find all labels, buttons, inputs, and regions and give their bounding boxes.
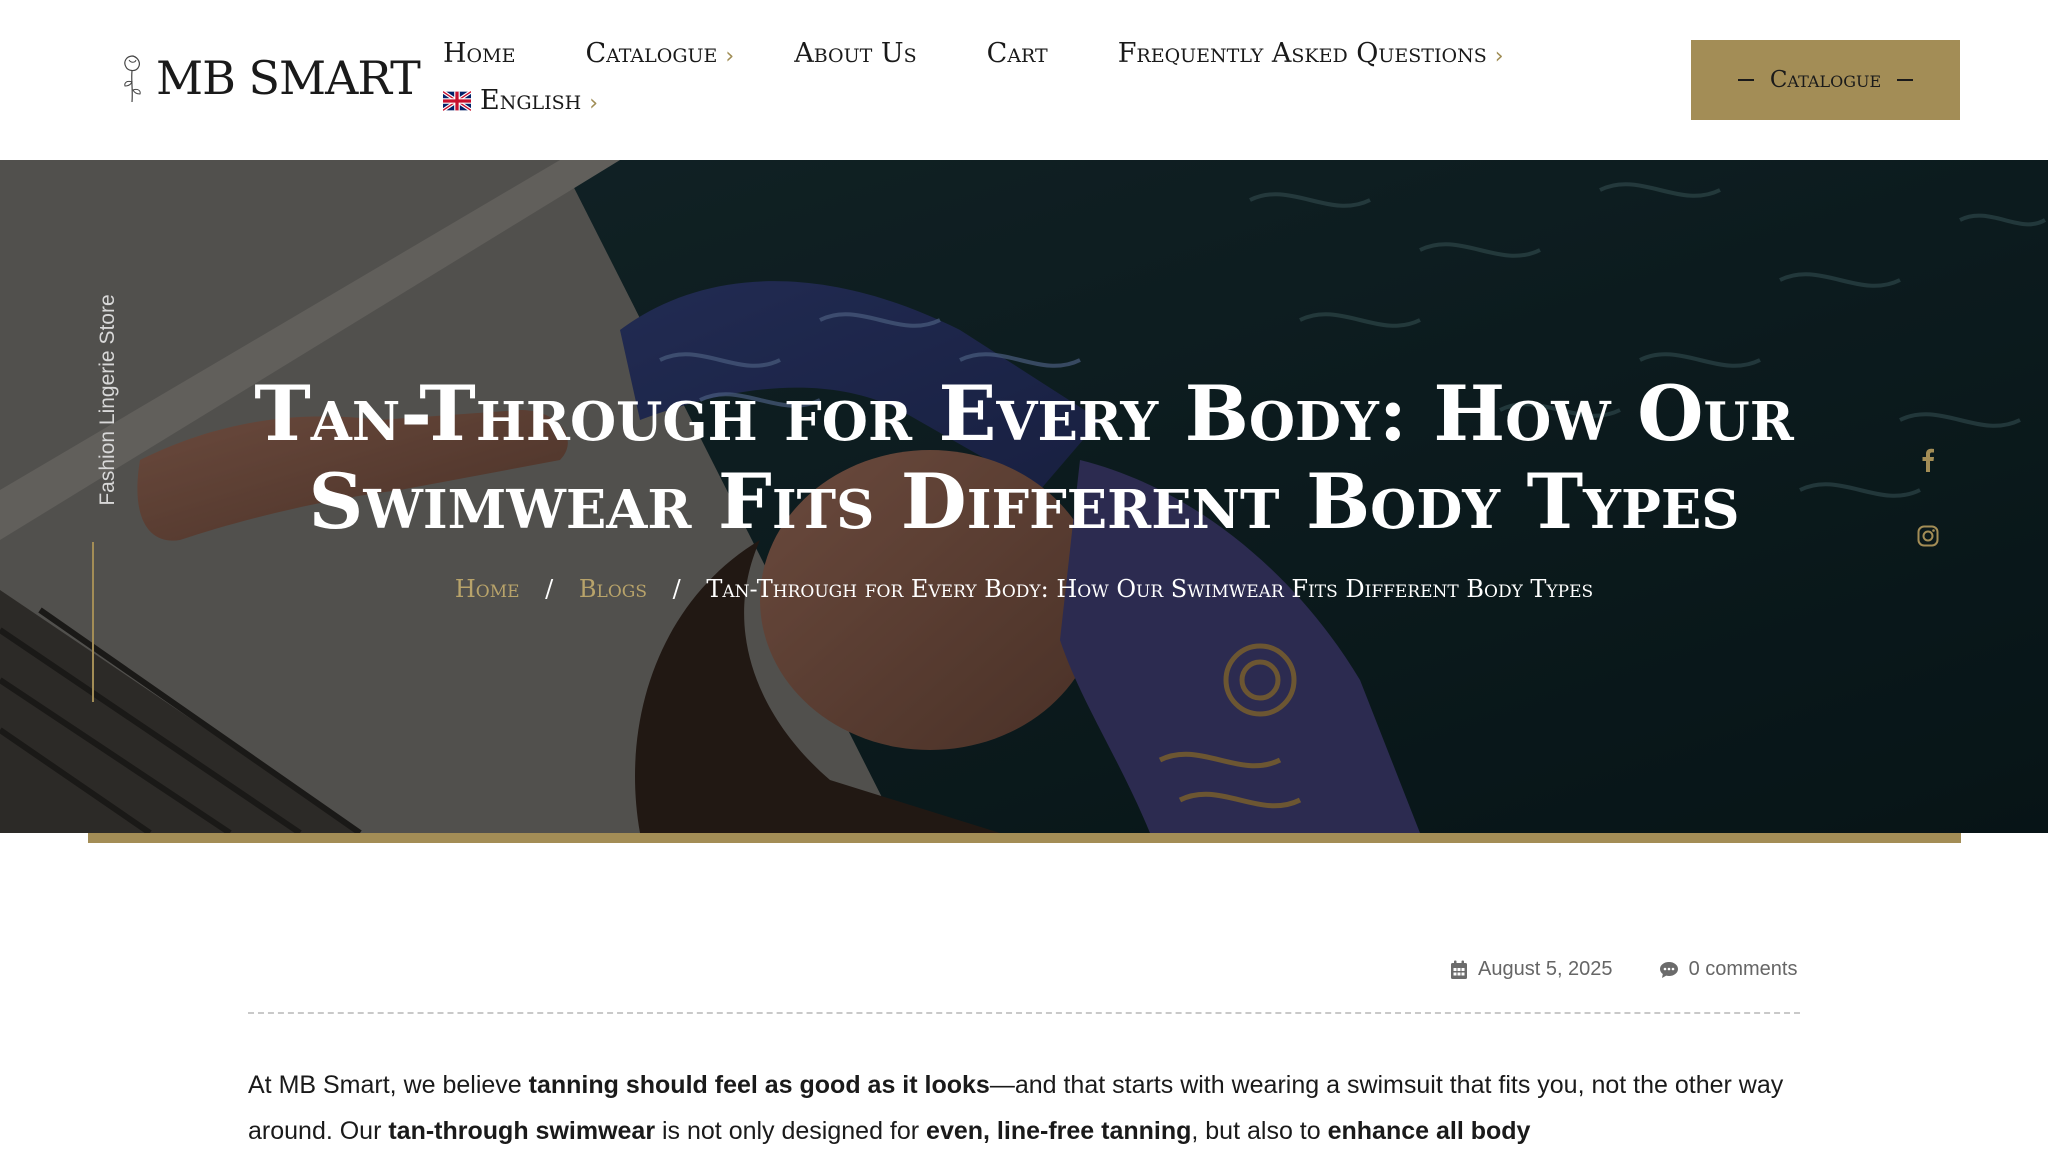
comment-icon	[1659, 961, 1678, 978]
nav-item-catalogue[interactable]: Catalogue ›	[585, 38, 734, 69]
breadcrumb-separator: /	[545, 575, 554, 603]
side-tagline-text: Fashion Lingerie Store	[96, 294, 119, 506]
cta-label: Catalogue	[1769, 67, 1882, 93]
chevron-right-icon: ›	[1494, 44, 1504, 69]
post-date: August 5, 2025	[1450, 958, 1613, 981]
post-comments-text: 0 comments	[1688, 958, 1798, 980]
nav-row-primary: Home Catalogue › About Us Cart Frequentl…	[443, 38, 1504, 69]
catalogue-cta-button[interactable]: Catalogue	[1691, 40, 1960, 120]
site-header: MB SMART Home Catalogue › About Us Cart …	[0, 0, 2048, 160]
meta-divider	[248, 1012, 1800, 1014]
page-title-line-1: Tan-Through for Every Body: How Our	[254, 369, 1794, 458]
page-title-line-2: Swimwear Fits Different Body Types	[308, 457, 1740, 546]
uk-flag-icon	[443, 90, 471, 111]
chevron-right-icon: ›	[725, 44, 735, 69]
dash-decoration	[1897, 79, 1914, 81]
facebook-icon[interactable]	[1916, 448, 1940, 472]
hero-accent-bar	[88, 833, 1961, 843]
nav-item-label: Catalogue	[585, 38, 718, 69]
nav-item-about[interactable]: About Us	[794, 38, 916, 69]
breadcrumb: Home / Blogs / Tan-Through for Every Bod…	[224, 575, 1824, 603]
site-logo[interactable]: MB SMART	[118, 50, 421, 106]
dash-decoration	[1737, 79, 1754, 81]
language-label: English	[480, 85, 582, 116]
breadcrumb-home[interactable]: Home	[455, 575, 520, 603]
nav-item-faq[interactable]: Frequently Asked Questions ›	[1118, 38, 1504, 69]
post-comments-link[interactable]: 0 comments	[1659, 958, 1798, 981]
nav-item-cart[interactable]: Cart	[987, 38, 1048, 69]
article-body: At MB Smart, we believe tanning should f…	[248, 1062, 1808, 1152]
bold-text: tan-through swimwear	[388, 1117, 656, 1145]
language-switcher[interactable]: English ›	[443, 85, 598, 116]
chevron-right-icon: ›	[589, 91, 599, 116]
nav-item-home[interactable]: Home	[443, 38, 515, 69]
instagram-icon[interactable]	[1916, 524, 1940, 548]
post-meta: August 5, 2025 0 comments	[1450, 958, 1798, 981]
text-run: At MB Smart, we believe	[248, 1071, 529, 1099]
bold-text: even, line-free tanning	[926, 1117, 1192, 1145]
article-paragraph: At MB Smart, we believe tanning should f…	[248, 1062, 1808, 1152]
text-run: , but also to	[1191, 1117, 1328, 1145]
nav-item-label: Cart	[986, 38, 1048, 69]
nav-item-label: Home	[443, 38, 516, 69]
side-divider-line	[92, 542, 94, 702]
bold-text: enhance all body	[1327, 1117, 1531, 1145]
logo-text: MB SMART	[156, 51, 421, 105]
page-title: Tan-Through for Every Body: How Our Swim…	[224, 370, 1824, 546]
breadcrumb-separator: /	[672, 575, 681, 603]
calendar-icon	[1451, 960, 1467, 979]
text-run: is not only designed for	[655, 1117, 927, 1145]
nav-item-label: Frequently Asked Questions	[1117, 38, 1487, 69]
nav-item-label: About Us	[794, 38, 917, 69]
rose-logo-icon	[124, 55, 141, 103]
bold-text: tanning should feel as good as it looks	[528, 1071, 990, 1099]
nav-row-secondary: English ›	[443, 85, 598, 116]
breadcrumb-blogs[interactable]: Blogs	[579, 575, 647, 603]
breadcrumb-current: Tan-Through for Every Body: How Our Swim…	[706, 575, 1594, 603]
post-date-text: August 5, 2025	[1478, 958, 1613, 980]
